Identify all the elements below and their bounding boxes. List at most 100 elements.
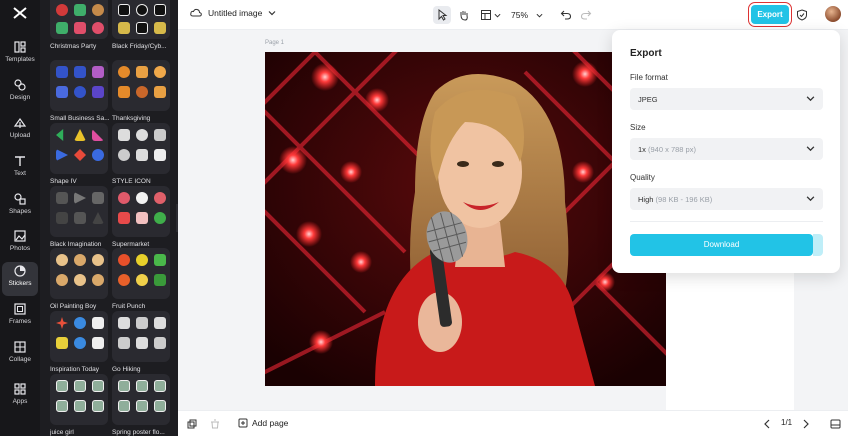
rail-item-apps[interactable]: Apps <box>2 380 38 414</box>
rail-label: Photos <box>9 245 31 252</box>
zoom-level: 75% <box>510 10 528 20</box>
sticker-pack[interactable]: Small Business Sa... <box>50 60 110 122</box>
rail-item-collage[interactable]: Collage <box>2 338 38 372</box>
pages-overview-icon[interactable] <box>830 419 841 429</box>
cloud-icon <box>190 8 202 17</box>
zoom-dropdown[interactable]: 75% <box>508 6 546 24</box>
rail-label: Text <box>14 170 26 177</box>
app-root: Templates Design Upload Text Shapes Phot… <box>0 0 848 436</box>
rail-item-photos[interactable]: Photos <box>2 227 38 261</box>
rail-label: Apps <box>12 398 28 405</box>
export-button[interactable]: Export <box>748 2 792 27</box>
rail-label: Templates <box>5 56 35 63</box>
chevron-right-icon[interactable] <box>802 419 810 429</box>
sticker-label: juice girl <box>50 429 74 436</box>
sticker-thumb <box>112 0 170 39</box>
rail-item-upload[interactable]: Upload <box>2 114 38 148</box>
download-button[interactable]: Download <box>630 234 813 256</box>
sticker-thumb <box>112 123 170 174</box>
shapes-icon <box>14 193 26 205</box>
rail-item-text[interactable]: Text <box>2 152 38 186</box>
sticker-pack[interactable]: Fruit Punch <box>112 248 172 310</box>
hand-icon <box>460 11 468 21</box>
sticker-pack[interactable]: juice girl <box>50 374 110 436</box>
sticker-label: Go Hiking <box>112 366 141 373</box>
sticker-pack[interactable]: Go Hiking <box>112 311 172 373</box>
sticker-pack[interactable]: Shape IV <box>50 123 110 185</box>
redo-button[interactable] <box>579 6 593 24</box>
rail-item-frames[interactable]: Frames <box>2 300 38 334</box>
sticker-thumb <box>50 248 108 299</box>
avatar[interactable] <box>825 6 841 22</box>
sticker-thumb <box>112 248 170 299</box>
redo-icon <box>580 10 592 20</box>
sticker-pack[interactable]: Inspiration Today <box>50 311 110 373</box>
apps-icon <box>14 383 26 395</box>
select-tool[interactable] <box>433 6 451 24</box>
upload-icon <box>13 117 27 128</box>
sticker-pack[interactable]: Christmas Party <box>50 0 110 50</box>
canvas-photo[interactable] <box>265 52 666 386</box>
page-counter: 1/1 <box>781 418 793 427</box>
rail-item-templates[interactable]: Templates <box>2 38 38 72</box>
chevron-down-icon <box>494 13 500 18</box>
rail-item-shapes[interactable]: Shapes <box>2 190 38 224</box>
sticker-thumb <box>50 186 108 237</box>
sticker-thumb <box>50 123 108 174</box>
sticker-thumb <box>112 311 170 362</box>
page-copy-icon[interactable] <box>187 419 197 429</box>
undo-button[interactable] <box>559 6 573 24</box>
left-rail: Templates Design Upload Text Shapes Phot… <box>0 0 40 436</box>
rail-item-design[interactable]: Design <box>2 76 38 110</box>
quality-select[interactable]: High (98 KB - 196 KB) <box>630 188 823 210</box>
document-title-text: Untitled image <box>208 8 263 18</box>
sticker-label: Spring poster flo... <box>112 429 165 436</box>
photos-icon <box>14 230 26 242</box>
dialog-divider <box>630 221 823 222</box>
add-page-button[interactable]: Add page <box>238 418 288 428</box>
chevron-down-icon <box>536 13 543 18</box>
sticker-pack[interactable]: Spring poster flo... <box>112 374 172 436</box>
bottom-bar: Add page 1/1 <box>178 410 848 436</box>
layout-dropdown[interactable] <box>478 6 502 24</box>
collage-icon <box>14 341 26 353</box>
rail-label: Shapes <box>8 208 32 215</box>
rail-label: Design <box>9 94 31 101</box>
sticker-pack[interactable]: Black Friday/Cyb... <box>112 0 172 50</box>
sticker-pack[interactable]: Oil Painting Boy <box>50 248 110 310</box>
sticker-label: STYLE ICON <box>112 178 151 185</box>
photo-image <box>265 52 666 386</box>
file-format-value: JPEG <box>638 95 658 104</box>
sticker-panel: Christmas Party Black Friday/Cyb... Smal… <box>40 0 178 436</box>
rail-label: Stickers <box>8 280 32 287</box>
sticker-pack[interactable]: Black Imagination <box>50 186 110 248</box>
top-bar: Untitled image 75% Export <box>178 0 848 30</box>
document-title[interactable]: Untitled image <box>190 8 276 18</box>
add-page-icon <box>238 418 248 428</box>
chevron-left-icon[interactable] <box>763 419 771 429</box>
file-format-select[interactable]: JPEG <box>630 88 823 110</box>
stickers-icon <box>14 265 26 277</box>
sticker-label: Inspiration Today <box>50 366 100 373</box>
size-select[interactable]: 1x (940 x 788 px) <box>630 138 823 160</box>
app-logo[interactable] <box>10 6 30 22</box>
sticker-label: Supermarket <box>112 241 150 248</box>
logo-icon <box>13 7 27 19</box>
sticker-thumb <box>112 374 170 425</box>
trash-icon[interactable] <box>210 419 220 429</box>
sticker-pack[interactable]: Thanksgiving <box>112 60 172 122</box>
sticker-pack[interactable]: STYLE ICON <box>112 123 172 185</box>
rail-item-stickers[interactable]: Stickers <box>2 262 38 296</box>
file-format-label: File format <box>630 73 668 82</box>
sticker-thumb <box>50 311 108 362</box>
shield-button[interactable] <box>795 6 809 24</box>
hand-tool[interactable] <box>457 6 471 24</box>
sticker-thumb <box>112 60 170 111</box>
quality-label: Quality <box>630 173 655 182</box>
size-label: Size <box>630 123 646 132</box>
sticker-pack[interactable]: Supermarket <box>112 186 172 248</box>
chevron-down-icon <box>806 146 815 152</box>
design-icon <box>14 79 26 91</box>
download-options-button[interactable] <box>813 234 823 256</box>
sticker-label: Shape IV <box>50 178 77 185</box>
